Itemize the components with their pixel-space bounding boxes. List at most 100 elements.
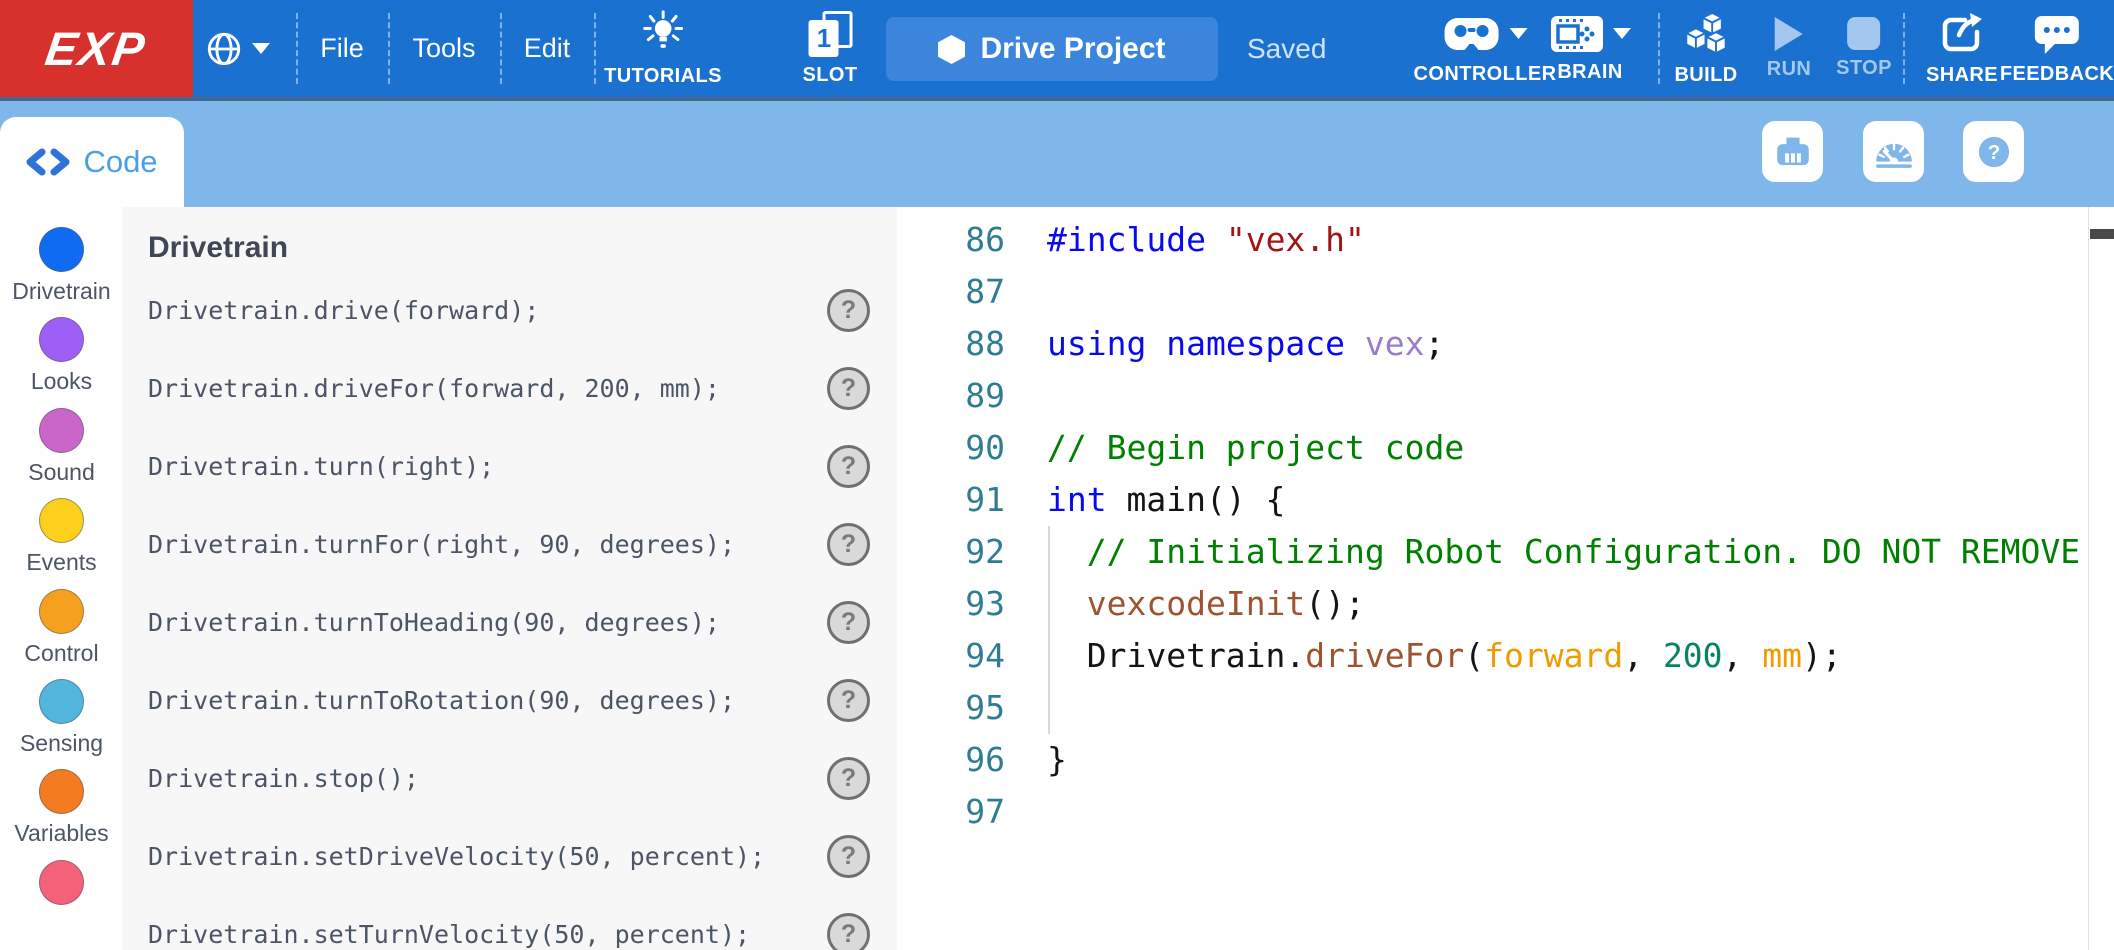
code-text: using namespace vex; bbox=[1005, 324, 1444, 363]
project-button[interactable]: Drive Project bbox=[886, 17, 1218, 81]
command-text[interactable]: Drivetrain.setTurnVelocity(50, percent); bbox=[148, 920, 750, 949]
command-text[interactable]: Drivetrain.turn(right); bbox=[148, 452, 494, 481]
run-play-icon bbox=[1775, 17, 1803, 51]
category-label: Control bbox=[24, 640, 98, 667]
indent-guide bbox=[1048, 526, 1050, 734]
sidebar-item-control[interactable]: Control bbox=[24, 589, 98, 679]
gauge-icon bbox=[1872, 130, 1916, 174]
command-help-button[interactable]: ? bbox=[827, 757, 870, 800]
scrollbar-thumb[interactable] bbox=[2090, 229, 2114, 239]
code-text: int main() { bbox=[1005, 480, 1285, 519]
command-help-button[interactable]: ? bbox=[827, 445, 870, 488]
robot-config-button[interactable] bbox=[1762, 121, 1823, 182]
code-text: // Initializing Robot Configuration. DO … bbox=[1005, 532, 2088, 571]
stop-button[interactable]: STOP bbox=[1836, 0, 1892, 97]
command-help-button[interactable]: ? bbox=[827, 913, 870, 950]
share-button[interactable]: SHARE bbox=[1926, 0, 1998, 97]
toolbar-divider bbox=[594, 13, 596, 84]
category-label: Sound bbox=[28, 459, 95, 486]
gauge-button[interactable] bbox=[1863, 121, 1924, 182]
controller-button[interactable]: CONTROLLER bbox=[1414, 0, 1557, 97]
code-line[interactable]: 89 bbox=[897, 370, 2088, 422]
tab-code[interactable]: Code bbox=[0, 117, 184, 207]
code-line[interactable]: 90// Begin project code bbox=[897, 422, 2088, 474]
sidebar-item-more[interactable] bbox=[39, 860, 84, 950]
help-button[interactable]: ? bbox=[1963, 121, 2024, 182]
build-button[interactable]: BUILD bbox=[1674, 0, 1737, 97]
code-line[interactable]: 87 bbox=[897, 266, 2088, 318]
sidebar-item-looks[interactable]: Looks bbox=[31, 317, 92, 407]
category-label: Variables bbox=[14, 820, 108, 847]
code-line[interactable]: 95 bbox=[897, 682, 2088, 734]
toolbar-divider bbox=[1903, 13, 1905, 84]
code-line[interactable]: 92 // Initializing Robot Configuration. … bbox=[897, 526, 2088, 578]
code-line[interactable]: 91int main() { bbox=[897, 474, 2088, 526]
category-sidebar: DrivetrainLooks Sound Events Control Sensing… bbox=[0, 207, 123, 950]
toolbox-header: Drivetrain bbox=[148, 231, 870, 271]
command-help-button[interactable]: ? bbox=[827, 289, 870, 332]
command-text[interactable]: Drivetrain.stop(); bbox=[148, 764, 419, 793]
command-text[interactable]: Drivetrain.drive(forward); bbox=[148, 296, 539, 325]
language-button[interactable] bbox=[205, 0, 270, 97]
code-text: } bbox=[1005, 740, 1067, 779]
category-circle bbox=[39, 227, 84, 272]
code-line[interactable]: 97 bbox=[897, 786, 2088, 838]
command-text[interactable]: Drivetrain.driveFor(forward, 200, mm); bbox=[148, 374, 720, 403]
code-tab-label: Code bbox=[83, 144, 157, 180]
toolbox-panel: Drivetrain Drivetrain.drive(forward);?Dr… bbox=[123, 207, 897, 950]
command-help-button[interactable]: ? bbox=[827, 835, 870, 878]
code-text: // Begin project code bbox=[1005, 428, 1464, 467]
command-row: Drivetrain.stop();? bbox=[148, 739, 870, 817]
command-row: Drivetrain.turn(right);? bbox=[148, 427, 870, 505]
sidebar-item-sound[interactable]: Sound bbox=[28, 408, 95, 498]
category-circle bbox=[39, 589, 84, 634]
chevron-down-icon bbox=[1613, 28, 1631, 39]
command-help-button[interactable]: ? bbox=[827, 523, 870, 566]
code-line[interactable]: 93 vexcodeInit(); bbox=[897, 578, 2088, 630]
svg-text:?: ? bbox=[1987, 140, 2000, 163]
command-help-button[interactable]: ? bbox=[827, 679, 870, 722]
controller-icon bbox=[1442, 12, 1502, 56]
run-button[interactable]: RUN bbox=[1767, 0, 1812, 97]
line-number: 92 bbox=[897, 526, 1005, 578]
line-number: 87 bbox=[897, 266, 1005, 318]
command-text[interactable]: Drivetrain.turnToRotation(90, degrees); bbox=[148, 686, 735, 715]
command-row: Drivetrain.drive(forward);? bbox=[148, 271, 870, 349]
globe-icon bbox=[205, 30, 243, 68]
sidebar-item-variables[interactable]: Variables bbox=[14, 769, 108, 859]
robot-config-icon bbox=[1772, 131, 1814, 173]
slot-button[interactable]: 1 SLOT bbox=[803, 0, 858, 97]
sidebar-item-drivetrain[interactable]: Drivetrain bbox=[12, 227, 110, 317]
command-row: Drivetrain.turnFor(right, 90, degrees);? bbox=[148, 505, 870, 583]
category-circle bbox=[39, 860, 84, 905]
menu-tools[interactable]: Tools bbox=[388, 0, 500, 97]
chevron-down-icon bbox=[252, 43, 270, 54]
category-circle bbox=[39, 408, 84, 453]
lightbulb-icon bbox=[640, 10, 686, 58]
code-line[interactable]: 86#include "vex.h" bbox=[897, 214, 2088, 266]
sidebar-item-sensing[interactable]: Sensing bbox=[20, 679, 103, 769]
code-editor[interactable]: 86#include "vex.h"8788using namespace ve… bbox=[897, 207, 2088, 950]
brain-button[interactable]: BRAIN bbox=[1549, 0, 1631, 97]
menu-file[interactable]: File bbox=[296, 0, 388, 97]
command-help-button[interactable]: ? bbox=[827, 367, 870, 410]
command-help-button[interactable]: ? bbox=[827, 601, 870, 644]
command-text[interactable]: Drivetrain.turnToHeading(90, degrees); bbox=[148, 608, 720, 637]
feedback-button[interactable]: FEEDBACK bbox=[2000, 0, 2114, 97]
tutorials-button[interactable]: TUTORIALS bbox=[604, 0, 722, 97]
line-number: 94 bbox=[897, 630, 1005, 682]
command-row: Drivetrain.setDriveVelocity(50, percent)… bbox=[148, 817, 870, 895]
hexagon-icon bbox=[938, 35, 965, 64]
command-text[interactable]: Drivetrain.turnFor(right, 90, degrees); bbox=[148, 530, 735, 559]
menu-edit[interactable]: Edit bbox=[500, 0, 594, 97]
sidebar-item-events[interactable]: Events bbox=[26, 498, 96, 588]
code-line[interactable]: 94 Drivetrain.driveFor(forward, 200, mm)… bbox=[897, 630, 2088, 682]
code-line[interactable]: 88using namespace vex; bbox=[897, 318, 2088, 370]
code-line[interactable]: 96} bbox=[897, 734, 2088, 786]
build-cubes-icon bbox=[1681, 11, 1731, 57]
workspace-header-bar: Code ? bbox=[0, 97, 2114, 207]
category-circle bbox=[39, 498, 84, 543]
command-text[interactable]: Drivetrain.setDriveVelocity(50, percent)… bbox=[148, 842, 765, 871]
exp-logo: EXP bbox=[0, 0, 193, 97]
scrollbar-track[interactable] bbox=[2088, 207, 2089, 950]
